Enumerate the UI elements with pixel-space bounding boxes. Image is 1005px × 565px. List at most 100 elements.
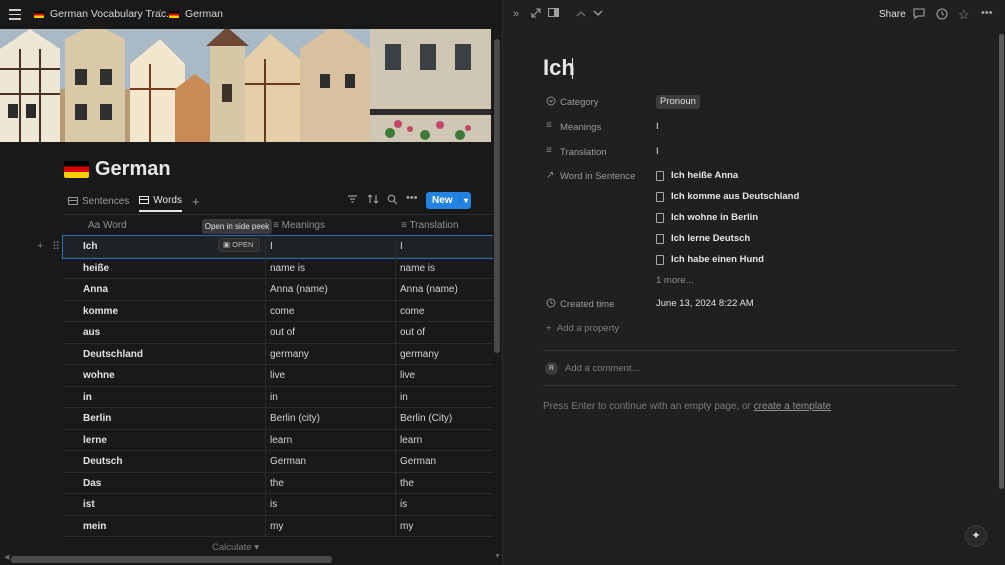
star-icon[interactable]: ☆: [958, 7, 970, 23]
category-tag[interactable]: Pronoun: [656, 95, 700, 109]
add-row-icon[interactable]: +: [37, 240, 43, 252]
table-row[interactable]: lerne learn learn: [63, 430, 493, 451]
scroll-left-icon[interactable]: ◀: [4, 553, 9, 561]
table-row[interactable]: Deutschland germany germany: [63, 344, 493, 365]
tab-words[interactable]: Words: [139, 190, 182, 212]
translation-cell[interactable]: Berlin (City): [400, 413, 452, 424]
translation-cell[interactable]: Anna (name): [400, 284, 458, 295]
tab-sentences[interactable]: Sentences: [68, 190, 129, 212]
meanings-cell[interactable]: come: [270, 306, 294, 317]
vertical-scrollbar[interactable]: [999, 34, 1004, 489]
meanings-cell[interactable]: Berlin (city): [270, 413, 320, 424]
table-row[interactable]: aus out of out of: [63, 322, 493, 344]
word-cell[interactable]: Berlin: [83, 413, 111, 424]
meanings-cell[interactable]: my: [270, 521, 283, 532]
word-cell[interactable]: Deutschland: [83, 349, 143, 360]
scroll-down-icon[interactable]: ▼: [494, 553, 501, 560]
table-row[interactable]: ist is is: [63, 494, 493, 516]
word-cell[interactable]: heiße: [83, 263, 109, 274]
word-cell[interactable]: lerne: [83, 435, 107, 446]
more-icon[interactable]: •••: [981, 7, 993, 19]
table-row[interactable]: wohne live live: [63, 365, 493, 387]
comment-input[interactable]: Add a comment...: [565, 363, 639, 374]
meanings-cell[interactable]: I: [270, 241, 273, 252]
share-button[interactable]: Share: [879, 9, 906, 20]
clock-icon[interactable]: [936, 8, 948, 23]
translation-cell[interactable]: out of: [400, 327, 425, 338]
translation-cell[interactable]: is: [400, 499, 407, 510]
table-row[interactable]: Ich I I: [62, 235, 494, 259]
create-template-link[interactable]: create a template: [754, 401, 831, 412]
meanings-cell[interactable]: the: [270, 478, 284, 489]
column-header-word[interactable]: Aa Word: [88, 220, 127, 231]
table-row[interactable]: Anna Anna (name) Anna (name): [63, 279, 493, 301]
word-cell[interactable]: in: [83, 392, 92, 403]
translation-value[interactable]: I: [656, 146, 659, 157]
sentence-link[interactable]: Ich lerne Deutsch: [656, 233, 750, 244]
property-label-word-in-sentence[interactable]: Word in Sentence: [560, 171, 635, 182]
word-cell[interactable]: mein: [83, 521, 106, 532]
side-peek-icon[interactable]: [548, 8, 559, 20]
new-button[interactable]: New ▾: [426, 192, 471, 209]
table-row[interactable]: komme come come: [63, 301, 493, 322]
sentence-link[interactable]: Ich habe einen Hund: [656, 254, 764, 265]
table-row[interactable]: mein my my: [63, 516, 493, 537]
translation-cell[interactable]: name is: [400, 263, 435, 274]
menu-icon[interactable]: [9, 9, 21, 20]
translation-cell[interactable]: live: [400, 370, 415, 381]
meanings-cell[interactable]: germany: [270, 349, 309, 360]
sparkle-icon[interactable]: ✦: [965, 525, 987, 547]
expand-icon[interactable]: [531, 8, 541, 21]
sentence-link[interactable]: Ich heiße Anna: [656, 170, 738, 181]
word-cell[interactable]: Das: [83, 478, 101, 489]
vertical-scrollbar[interactable]: [494, 39, 500, 353]
calculate-button[interactable]: Calculate ▾: [212, 542, 259, 553]
translation-cell[interactable]: in: [400, 392, 408, 403]
drag-handle-icon[interactable]: ⠿: [52, 240, 60, 253]
meanings-cell[interactable]: out of: [270, 327, 295, 338]
table-row[interactable]: Das the the: [63, 473, 493, 494]
table-row[interactable]: heiße name is name is: [63, 258, 493, 279]
word-cell[interactable]: Deutsch: [83, 456, 122, 467]
sentence-link[interactable]: Ich komme aus Deutschland: [656, 191, 799, 202]
meanings-cell[interactable]: German: [270, 456, 306, 467]
translation-cell[interactable]: learn: [400, 435, 422, 446]
chevron-down-icon[interactable]: ▾: [460, 196, 471, 205]
add-view-icon[interactable]: +: [192, 194, 200, 209]
table-row[interactable]: in in in: [63, 387, 493, 408]
comment-icon[interactable]: [913, 8, 925, 22]
table-row[interactable]: Berlin Berlin (city) Berlin (City): [63, 408, 493, 430]
open-side-peek-button[interactable]: ▣ OPEN: [218, 238, 260, 252]
meanings-value[interactable]: I: [656, 121, 659, 132]
page-title[interactable]: German: [95, 158, 171, 181]
breadcrumb-parent[interactable]: German Vocabulary Trac...: [34, 8, 175, 20]
table-row[interactable]: Deutsch German German: [63, 451, 493, 473]
sort-icon[interactable]: [367, 194, 379, 207]
meanings-cell[interactable]: live: [270, 370, 285, 381]
peek-page-title[interactable]: Ich: [543, 55, 575, 81]
add-property-button[interactable]: + Add a property: [546, 323, 619, 334]
property-label-translation[interactable]: Translation: [560, 147, 607, 158]
breadcrumb-current[interactable]: German: [169, 8, 223, 20]
property-label-meanings[interactable]: Meanings: [560, 122, 601, 133]
meanings-cell[interactable]: is: [270, 499, 277, 510]
show-more-link[interactable]: 1 more...: [656, 275, 694, 286]
meanings-cell[interactable]: learn: [270, 435, 292, 446]
property-label-category[interactable]: Category: [560, 97, 599, 108]
translation-cell[interactable]: the: [400, 478, 414, 489]
meanings-cell[interactable]: in: [270, 392, 278, 403]
word-cell[interactable]: Ich: [83, 241, 97, 252]
arrow-down-icon[interactable]: [593, 8, 603, 20]
sentence-link[interactable]: Ich wohne in Berlin: [656, 212, 758, 223]
translation-cell[interactable]: I: [400, 241, 403, 252]
search-icon[interactable]: [387, 194, 398, 208]
word-cell[interactable]: wohne: [83, 370, 115, 381]
more-icon[interactable]: •••: [406, 192, 418, 204]
translation-cell[interactable]: germany: [400, 349, 439, 360]
translation-cell[interactable]: come: [400, 306, 424, 317]
word-cell[interactable]: Anna: [83, 284, 108, 295]
word-cell[interactable]: komme: [83, 306, 118, 317]
translation-cell[interactable]: my: [400, 521, 413, 532]
meanings-cell[interactable]: name is: [270, 263, 305, 274]
word-cell[interactable]: ist: [83, 499, 95, 510]
